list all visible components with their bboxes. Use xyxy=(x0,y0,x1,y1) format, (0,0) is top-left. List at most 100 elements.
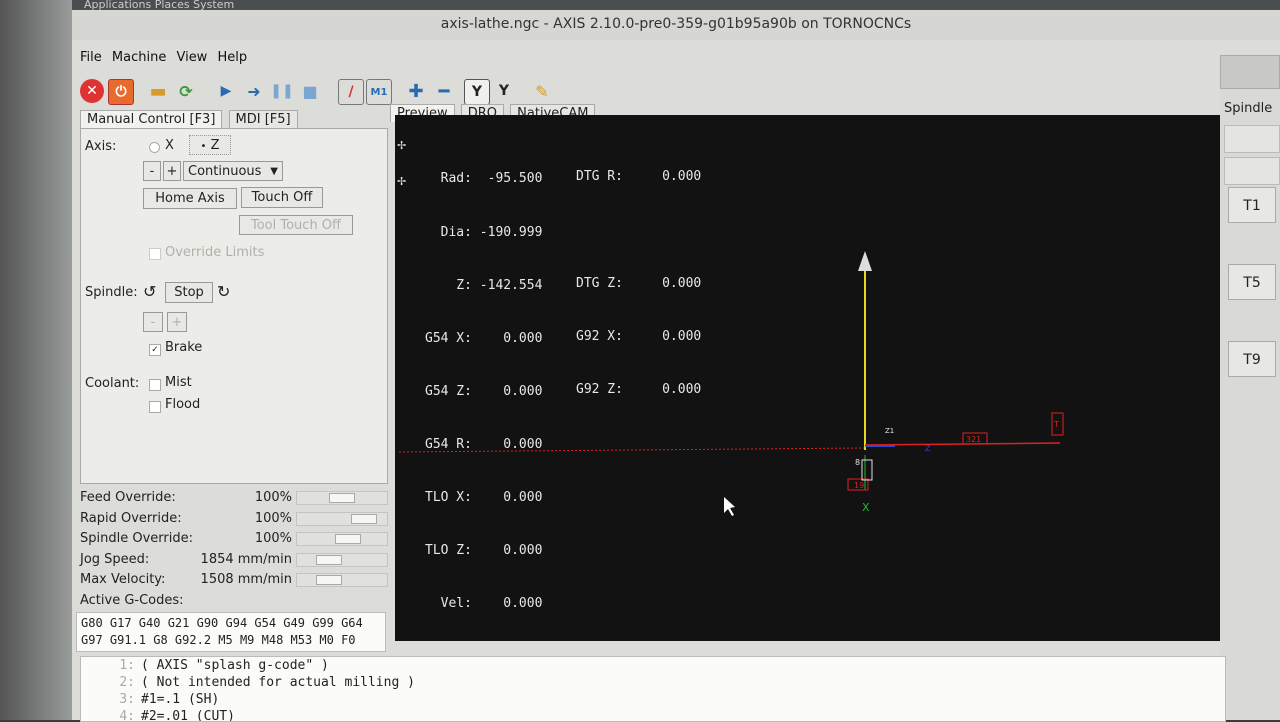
override-limits-checkbox[interactable] xyxy=(149,248,161,260)
spindle-plus-button[interactable]: + xyxy=(167,312,187,332)
rapid-override-value: 100% xyxy=(254,510,292,526)
brake-label: Brake xyxy=(165,340,203,355)
tag-t-label: T xyxy=(1053,420,1059,429)
jog-speed-label: Jog Speed: xyxy=(80,551,150,567)
stop-icon[interactable]: ■ xyxy=(298,79,322,103)
block-delete-icon[interactable]: / xyxy=(338,79,364,105)
tab-manual-control[interactable]: Manual Control [F3] xyxy=(80,110,223,128)
zoom-in-icon[interactable]: ✚ xyxy=(404,79,428,103)
rapid-override-slider[interactable] xyxy=(296,511,388,526)
active-gcodes-label: Active G-Codes: xyxy=(80,592,184,608)
brake-checkbox[interactable]: ✓ xyxy=(149,344,161,356)
gcode-listing[interactable]: 1:( AXIS "splash g-code" ) 2:( Not inten… xyxy=(80,656,1226,722)
view-y-icon[interactable]: Y xyxy=(464,79,490,105)
spindle-panel-label: Spindle xyxy=(1224,101,1273,116)
jog-speed-value: 1854 mm/min xyxy=(200,551,292,567)
window-title: axis-lathe.ngc - AXIS 2.10.0-pre0-359-g0… xyxy=(72,10,1280,40)
jog-speed-row: Jog Speed: 1854 mm/min xyxy=(80,550,388,571)
slider-thumb[interactable] xyxy=(335,534,361,544)
max-velocity-slider[interactable] xyxy=(296,573,388,587)
axis-z-radio[interactable]: • Z xyxy=(189,135,231,155)
code-line: 1:( AXIS "splash g-code" ) xyxy=(119,658,329,673)
monitor-bezel xyxy=(0,0,72,720)
optional-stop-icon[interactable]: M1 xyxy=(366,79,392,105)
step-icon[interactable]: ➜ xyxy=(242,79,266,103)
tool-t9-button[interactable]: T9 xyxy=(1228,341,1276,377)
override-limits-label: Override Limits xyxy=(165,245,265,260)
run-icon[interactable]: ▶ xyxy=(214,79,238,103)
active-gcodes-box: G80 G17 G40 G21 G90 G94 G54 G49 G99 G64 … xyxy=(76,612,386,652)
spindle-stop-button[interactable]: Stop xyxy=(165,282,213,303)
pause-icon[interactable]: ❚❚ xyxy=(270,79,294,103)
touch-off-button[interactable]: Touch Off xyxy=(241,187,323,208)
tool-touch-off-button[interactable]: Tool Touch Off xyxy=(239,215,353,235)
menu-view[interactable]: View xyxy=(176,50,207,65)
home-axis-button[interactable]: Home Axis xyxy=(143,188,237,209)
mouse-cursor-icon xyxy=(724,497,735,516)
left-tabs: Manual Control [F3] MDI [F5] xyxy=(80,110,300,130)
feed-override-label: Feed Override: xyxy=(80,490,176,505)
spindle-minus-button[interactable]: - xyxy=(143,312,163,332)
estop-icon[interactable]: ✕ xyxy=(80,79,104,103)
feed-override-slider[interactable] xyxy=(296,491,388,505)
chevron-down-icon: ▼ xyxy=(270,166,278,177)
max-velocity-label: Max Velocity: xyxy=(80,572,166,587)
spindle-field[interactable] xyxy=(1224,125,1280,153)
preview-canvas[interactable]: ✢ ✢ Rad: -95.500 Dia: -190.999 Z: -142.5… xyxy=(395,115,1226,641)
tool-t5-button[interactable]: T5 xyxy=(1228,264,1276,300)
menu-help[interactable]: Help xyxy=(217,50,247,65)
jog-mode-select[interactable]: Continuous ▼ xyxy=(183,161,283,181)
slider-thumb[interactable] xyxy=(351,513,377,524)
mist-checkbox[interactable] xyxy=(149,379,161,391)
axis-label: Axis: xyxy=(85,139,117,154)
active-gcodes-line: G80 G17 G40 G21 G90 G94 G54 G49 G99 G64 xyxy=(81,616,363,630)
mist-label: Mist xyxy=(165,375,192,390)
manual-control-panel: Axis: X • Z - + Continuous ▼ Home Axis T… xyxy=(80,128,388,484)
clear-plot-icon[interactable]: ✎ xyxy=(530,79,554,103)
slider-thumb[interactable] xyxy=(316,575,342,585)
override-panel: Feed Override: 100% Rapid Override: 100%… xyxy=(80,488,388,611)
jog-speed-slider[interactable] xyxy=(296,552,388,567)
axis-x-radio[interactable] xyxy=(149,142,160,153)
toolpath-plot: 321 19 T 8 Z Z1 X xyxy=(398,251,1064,516)
jog-plus-button[interactable]: + xyxy=(163,161,181,181)
zoom-out-icon[interactable]: ━ xyxy=(432,79,456,103)
tool-icon xyxy=(861,459,873,481)
tool-t1-button[interactable]: T1 xyxy=(1228,187,1276,223)
z-axis-arrow-icon xyxy=(858,251,872,271)
spindle-forward-icon[interactable]: ↻ xyxy=(217,282,230,301)
slider-thumb[interactable] xyxy=(329,493,355,503)
toolbar: ✕ ⏻ ▬ ⟳ ▶ ➜ ❚❚ ■ / M1 ✚ ━ Y Y ✎ xyxy=(80,77,640,105)
spindle-override-row: Spindle Override: 100% xyxy=(80,529,388,550)
x-axis-label: X xyxy=(862,501,870,514)
tick-8-label: 8 xyxy=(855,458,860,467)
spindle-reverse-icon[interactable]: ↺ xyxy=(143,282,156,301)
code-line: 2:( Not intended for actual milling ) xyxy=(119,675,415,690)
max-velocity-row: Max Velocity: 1508 mm/min xyxy=(80,570,388,591)
tag-321-label: 321 xyxy=(966,435,981,444)
flood-label: Flood xyxy=(165,397,201,412)
spindle-label: Spindle: xyxy=(85,285,138,300)
spindle-field[interactable] xyxy=(1224,157,1280,185)
rapid-move-line xyxy=(398,447,866,453)
active-gcodes-row: Active G-Codes: xyxy=(80,591,388,612)
tick-z-label: Z xyxy=(925,444,931,453)
axis-z-label: Z xyxy=(210,138,220,153)
menu-bar: File Machine View Help xyxy=(80,50,253,70)
axis-window: Applications Places System axis-lathe.ng… xyxy=(72,0,1280,722)
view-y2-icon[interactable]: Y xyxy=(492,79,516,103)
tab-mdi[interactable]: MDI [F5] xyxy=(228,110,298,128)
spindle-override-label: Spindle Override: xyxy=(80,531,193,546)
menu-machine[interactable]: Machine xyxy=(112,50,166,65)
slider-thumb[interactable] xyxy=(316,554,342,565)
axis-x-label: X xyxy=(165,138,174,153)
spindle-override-slider[interactable] xyxy=(296,532,388,546)
open-file-icon[interactable]: ▬ xyxy=(146,79,170,103)
max-velocity-value: 1508 mm/min xyxy=(200,572,292,587)
flood-checkbox[interactable] xyxy=(149,401,161,413)
code-line: 3: #1=.1 (SH) xyxy=(119,692,220,707)
menu-file[interactable]: File xyxy=(80,50,102,65)
jog-minus-button[interactable]: - xyxy=(143,161,161,181)
power-icon[interactable]: ⏻ xyxy=(108,79,134,105)
reload-icon[interactable]: ⟳ xyxy=(174,79,198,103)
